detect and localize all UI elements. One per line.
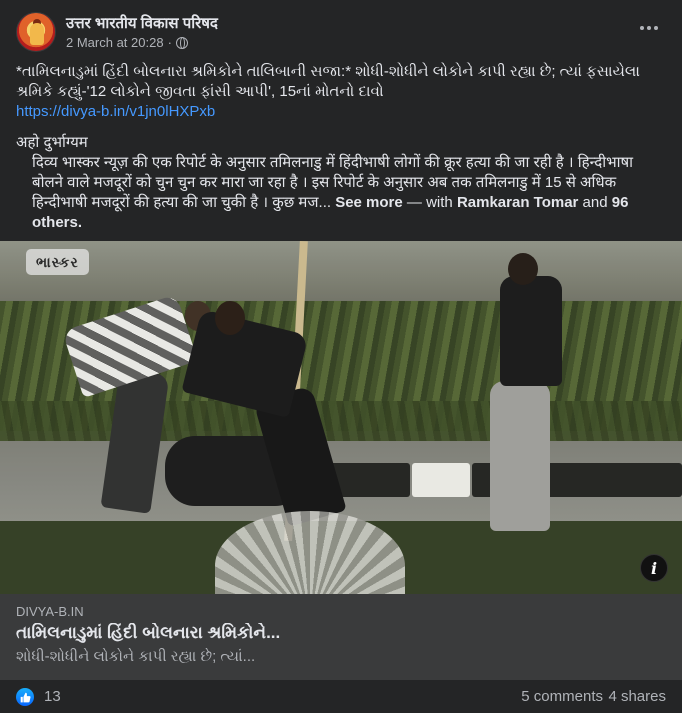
bhaskar-watermark: ભાસ્કર bbox=[26, 249, 89, 275]
page-avatar[interactable] bbox=[16, 12, 56, 52]
link-preview-domain: DIVYA-B.IN bbox=[16, 604, 84, 619]
post-exclamation: अहो दुर्भाग्यम bbox=[16, 134, 88, 151]
and-text: and bbox=[582, 194, 608, 211]
post-timestamp[interactable]: 2 March at 20:28 bbox=[66, 35, 164, 50]
post-headline: *તામિલનાડુમાં હિંદી બોલનારા શ્રમિકોને તા… bbox=[16, 63, 640, 100]
shares-count[interactable]: 4 shares bbox=[608, 688, 666, 705]
meta-separator: · bbox=[167, 35, 172, 50]
post-footer: 13 5 comments 4 shares bbox=[16, 680, 666, 713]
like-reaction-icon[interactable] bbox=[16, 688, 34, 706]
comments-count[interactable]: 5 comments bbox=[521, 688, 603, 705]
with-text: — with bbox=[406, 194, 453, 211]
link-preview-description: શોધી-શોધીને લોકોને કાપી રહ્યા છે; ત્યાં.… bbox=[16, 648, 256, 665]
see-more-link[interactable]: See more bbox=[335, 194, 403, 211]
thumbs-up-icon bbox=[20, 692, 31, 702]
post-header: उत्तर भारतीय विकास परिषद 2 March at 20:2… bbox=[16, 12, 666, 56]
facebook-post: उत्तर भारतीय विकास परिषद 2 March at 20:2… bbox=[0, 0, 682, 713]
post-meta: 2 March at 20:28 · bbox=[66, 35, 188, 50]
post-link[interactable]: https://divya-b.in/v1jn0lHXPxb bbox=[16, 103, 215, 120]
link-preview-card[interactable]: DIVYA-B.IN તામિલનાડુમાં હિંદી બોલનારા શ્… bbox=[0, 594, 682, 680]
post-image[interactable]: ભાસ્કર i bbox=[0, 241, 682, 594]
post-body: दिव्य भास्कर न्यूज़ की एक रिपोर्ट के अनु… bbox=[16, 153, 668, 233]
more-options-icon[interactable] bbox=[634, 16, 664, 40]
page-name[interactable]: उत्तर भारतीय विकास परिषद bbox=[66, 13, 218, 33]
info-icon[interactable]: i bbox=[640, 554, 668, 582]
reaction-count[interactable]: 13 bbox=[44, 688, 61, 705]
link-preview-title[interactable]: તામિલનાડુમાં હિંદી બોલનારા શ્રમિકોને... bbox=[16, 623, 656, 643]
post-text: *તામિલનાડુમાં હિંદી બોલનારા શ્રમિકોને તા… bbox=[16, 62, 668, 233]
globe-icon[interactable] bbox=[175, 36, 188, 49]
tagged-user-link[interactable]: Ramkaran Tomar bbox=[457, 194, 578, 211]
